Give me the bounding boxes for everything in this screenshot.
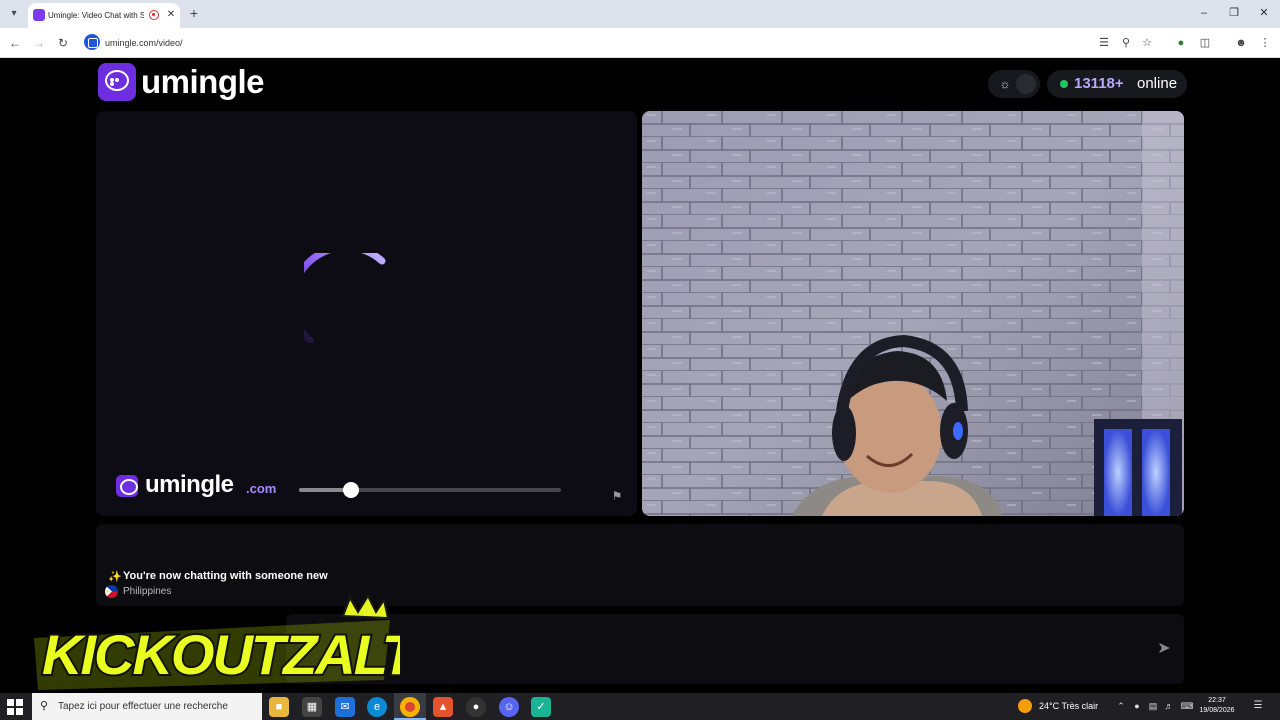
site-logo-text[interactable]: umingle xyxy=(141,62,265,102)
speaker-icon[interactable]: ♬ xyxy=(1162,699,1176,713)
translate-icon[interactable]: ☰ xyxy=(1097,35,1111,51)
taskbar-clock[interactable]: 22:37 19/08/2026 xyxy=(1197,696,1237,716)
browser-tab-strip: ▾ Umingle: Video Chat with S ✕ + – ❐ ✕ xyxy=(0,0,1280,28)
address-bar-row: ← → ↻ umingle.com/video/ ☰ ⚲ ☆ ● ◫ ☻ ⋮ xyxy=(0,28,1280,58)
keyboard-icon[interactable]: ⌨ xyxy=(1180,699,1194,713)
online-label: online xyxy=(1137,75,1178,92)
self-camera-video xyxy=(642,111,1184,516)
restore-icon[interactable]: ❐ xyxy=(1226,5,1242,21)
back-icon[interactable]: ← xyxy=(7,35,23,51)
profile-icon[interactable]: ☻ xyxy=(1234,35,1248,51)
search-icon: ⚲ xyxy=(40,700,49,712)
watermark-suffix: .com xyxy=(246,481,277,496)
zoom-icon[interactable]: ⚲ xyxy=(1119,35,1133,51)
report-flag-icon[interactable]: ⚑ xyxy=(609,488,625,504)
app-icon[interactable]: ✓ xyxy=(531,697,551,717)
kickoutzalt-overlay-logo: KICKOUTZALT xyxy=(34,594,400,690)
online-count: 13118+ xyxy=(1074,75,1124,92)
weather-text[interactable]: 24°C Très clair xyxy=(1039,700,1098,713)
bookmark-star-icon[interactable]: ☆ xyxy=(1140,35,1154,51)
volume-slider[interactable] xyxy=(299,482,561,498)
camera-feed-image xyxy=(642,111,1184,516)
forward-icon[interactable]: → xyxy=(31,35,47,51)
notification-icon[interactable]: ☰ xyxy=(1251,699,1265,713)
taskbar-search-placeholder: Tapez ici pour effectuer une recherche xyxy=(58,701,228,712)
sun-icon: ☼ xyxy=(999,77,1011,91)
menu-icon[interactable]: ⋮ xyxy=(1258,35,1272,51)
umingle-watermark-icon xyxy=(116,475,138,497)
chrome-icon[interactable] xyxy=(400,697,420,717)
url-field[interactable]: umingle.com/video/ xyxy=(105,36,183,50)
browser-tab-umingle[interactable]: Umingle: Video Chat with S ✕ xyxy=(28,3,180,28)
puzzle-icon[interactable]: ◫ xyxy=(1198,35,1212,51)
new-tab-icon[interactable]: + xyxy=(186,5,202,21)
tab-list-icon[interactable]: ▾ xyxy=(6,6,22,22)
toggle-knob xyxy=(1016,74,1036,94)
clock-date: 19/08/2026 xyxy=(1199,707,1235,714)
typing-dots xyxy=(110,78,124,86)
recording-icon xyxy=(149,10,159,20)
stranger-video-panel: umingle .com ⚑ xyxy=(96,111,637,516)
tab-title: Umingle: Video Chat with S xyxy=(48,11,144,20)
taskbar-search-box[interactable]: ⚲ Tapez ici pour effectuer une recherche xyxy=(32,693,262,720)
theme-toggle[interactable]: ☼ xyxy=(988,70,1040,98)
watermark-text: umingle xyxy=(145,471,234,498)
microphone-icon[interactable]: ● xyxy=(1130,699,1144,713)
online-counter: 13118+ online xyxy=(1047,70,1187,98)
brave-icon[interactable]: ▲ xyxy=(433,697,453,717)
sparkle-icon: ✨ xyxy=(108,571,122,583)
chevron-up-icon[interactable]: ⌃ xyxy=(1114,699,1128,713)
volume-slider-thumb[interactable] xyxy=(343,482,360,498)
message-input-bar: ➤ xyxy=(286,614,1184,684)
umingle-logo-icon[interactable] xyxy=(98,63,136,101)
windows-start-icon[interactable] xyxy=(6,698,24,716)
discord-icon[interactable]: ☺ xyxy=(499,697,519,717)
extension-icon[interactable]: ● xyxy=(1174,35,1188,51)
network-icon[interactable]: ▤ xyxy=(1146,699,1160,713)
online-status-dot xyxy=(1060,80,1068,88)
mail-icon[interactable]: ✉ xyxy=(335,697,355,717)
obs-icon[interactable]: ● xyxy=(466,697,486,717)
clock-time: 22:37 xyxy=(1208,697,1226,704)
windows-taskbar: ⚲ Tapez ici pour effectuer une recherche… xyxy=(0,693,1280,720)
reload-icon[interactable]: ↻ xyxy=(55,35,71,51)
message-input[interactable] xyxy=(396,636,1136,662)
close-icon[interactable]: ✕ xyxy=(164,8,178,22)
system-message: You're now chatting with someone new xyxy=(123,570,328,582)
file-explorer-icon[interactable]: ■ xyxy=(269,697,289,717)
site-info-icon[interactable] xyxy=(84,34,100,50)
umingle-favicon xyxy=(33,9,45,21)
overlay-brand-text: KICKOUTZALT xyxy=(42,623,400,686)
close-window-icon[interactable]: ✕ xyxy=(1256,5,1272,21)
weather-icon[interactable] xyxy=(1018,699,1032,713)
send-icon[interactable]: ➤ xyxy=(1153,638,1175,660)
minimize-icon[interactable]: – xyxy=(1196,5,1212,21)
loading-spinner-icon xyxy=(304,253,386,343)
edge-icon[interactable]: e xyxy=(367,697,387,717)
store-icon[interactable]: ▦ xyxy=(302,697,322,717)
